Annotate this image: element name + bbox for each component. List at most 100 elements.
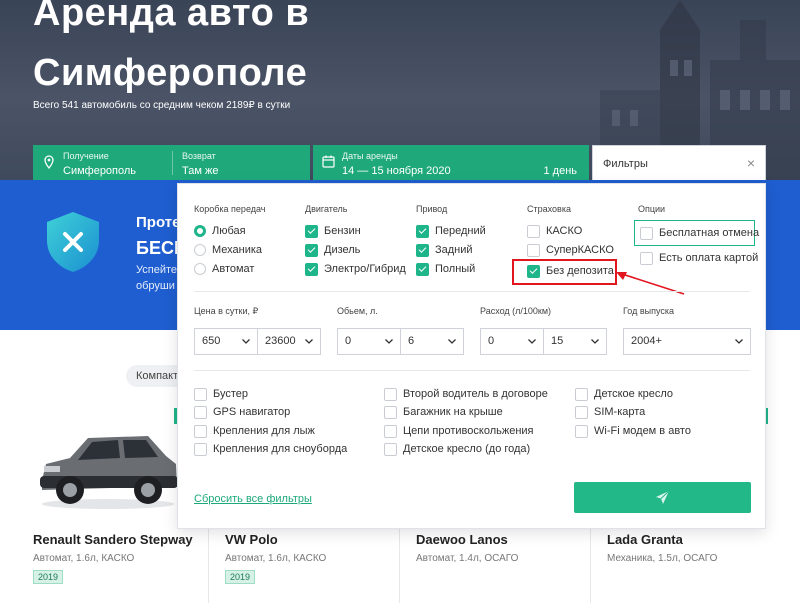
- extra-snow-chains[interactable]: Цепи противоскольжения: [384, 423, 534, 439]
- checkbox[interactable]: [640, 226, 653, 240]
- option-label: GPS навигатор: [213, 406, 291, 418]
- checkbox[interactable]: [384, 405, 397, 419]
- year-select[interactable]: 2004+: [623, 328, 751, 355]
- pickup-value[interactable]: Симферополь: [63, 165, 136, 177]
- checkbox[interactable]: [194, 387, 207, 401]
- checkbox[interactable]: [384, 387, 397, 401]
- checkbox[interactable]: [640, 251, 653, 265]
- banner-text-line1: Успейте: [136, 264, 178, 276]
- gearbox-title: Коробка передач: [194, 204, 266, 214]
- car-name[interactable]: Daewoo Lanos: [416, 532, 518, 547]
- select-value: 650: [202, 335, 221, 347]
- banner-heading: Проте: [136, 214, 181, 231]
- card-divider: [590, 520, 591, 603]
- drive-option-rear[interactable]: Задний: [416, 242, 473, 258]
- checkbox[interactable]: [305, 224, 318, 238]
- extra-child-seat[interactable]: Детское кресло: [575, 386, 673, 402]
- checkbox[interactable]: [575, 405, 588, 419]
- filters-toggle[interactable]: Фильтры ×: [592, 145, 766, 182]
- car-card[interactable]: Renault Sandero Stepway Автомат, 1.6л, К…: [33, 532, 193, 585]
- car-card[interactable]: VW Polo Автомат, 1.6л, КАСКО 2019: [225, 532, 326, 585]
- radio-button[interactable]: [194, 225, 206, 237]
- chevron-down-icon: [528, 339, 536, 344]
- car-card[interactable]: Daewoo Lanos Автомат, 1.4л, ОСАГО: [416, 532, 518, 564]
- extra-second-driver[interactable]: Второй водитель в договоре: [384, 386, 548, 402]
- option-label: Багажник на крыше: [403, 406, 503, 418]
- price-from-select[interactable]: 650: [194, 328, 258, 355]
- price-title: Цена в сутки, ₽: [194, 306, 259, 316]
- return-caption: Возврат: [182, 151, 216, 161]
- drive-option-full[interactable]: Полный: [416, 261, 475, 277]
- radio-button[interactable]: [194, 263, 206, 275]
- checkbox[interactable]: [384, 424, 397, 438]
- consumption-to-select[interactable]: 15: [543, 328, 607, 355]
- gearbox-option-manual[interactable]: Механика: [194, 242, 262, 258]
- arrow-icon: [616, 272, 685, 295]
- car-card[interactable]: Lada Granta Механика, 1.5л, ОСАГО: [607, 532, 717, 564]
- extra-roof-rack[interactable]: Багажник на крыше: [384, 404, 503, 420]
- radio-button[interactable]: [194, 244, 206, 256]
- checkbox[interactable]: [416, 224, 429, 238]
- option-label: Крепления для лыж: [213, 425, 315, 437]
- gearbox-option-any[interactable]: Любая: [194, 223, 246, 239]
- checkbox[interactable]: [416, 262, 429, 276]
- engine-option-electric[interactable]: Электро/Гибрид: [305, 261, 406, 277]
- option-label: Wi-Fi модем в авто: [594, 425, 691, 437]
- checkbox[interactable]: [194, 442, 207, 456]
- date-selector[interactable]: Даты аренды 14 — 15 ноября 2020 1 день: [313, 145, 589, 181]
- volume-from-select[interactable]: 0: [337, 328, 401, 355]
- year-title: Год выпуска: [623, 306, 674, 316]
- send-icon: [656, 490, 670, 504]
- option-label: Детское кресло: [594, 388, 674, 400]
- extra-gps[interactable]: GPS навигатор: [194, 404, 290, 420]
- drive-title: Привод: [416, 204, 448, 214]
- consumption-from-select[interactable]: 0: [480, 328, 544, 355]
- checkbox[interactable]: [527, 224, 540, 238]
- checkbox[interactable]: [575, 424, 588, 438]
- car-name[interactable]: VW Polo: [225, 532, 326, 547]
- checkbox[interactable]: [305, 243, 318, 257]
- divider: [194, 291, 750, 292]
- car-name[interactable]: Renault Sandero Stepway: [33, 532, 193, 547]
- dates-value[interactable]: 14 — 15 ноября 2020: [342, 165, 451, 177]
- apply-filters-button[interactable]: [574, 482, 751, 513]
- extra-sim-card[interactable]: SIM-карта: [575, 404, 645, 420]
- checkbox[interactable]: [416, 243, 429, 257]
- location-divider: [172, 151, 173, 175]
- close-icon[interactable]: ×: [747, 155, 755, 171]
- extra-snowboard-rack[interactable]: Крепления для сноуборда: [194, 441, 347, 457]
- engine-option-diesel[interactable]: Дизель: [305, 242, 360, 258]
- car-spec: Автомат, 1.6л, КАСКО: [225, 553, 327, 564]
- extra-wifi-modem[interactable]: Wi-Fi модем в авто: [575, 423, 691, 439]
- checkbox[interactable]: [194, 405, 207, 419]
- days-count: 1 день: [543, 165, 577, 177]
- extra-ski-rack[interactable]: Крепления для лыж: [194, 423, 315, 439]
- insurance-option-kasko[interactable]: КАСКО: [527, 223, 582, 239]
- option-free-cancel[interactable]: Бесплатная отмена: [640, 225, 759, 241]
- chevron-down-icon: [305, 339, 313, 344]
- reset-filters-link[interactable]: Сбросить все фильтры: [194, 493, 312, 505]
- insurance-option-superkasko[interactable]: СуперКАСКО: [527, 242, 614, 258]
- volume-to-select[interactable]: 6: [400, 328, 464, 355]
- dates-caption: Даты аренды: [342, 151, 398, 161]
- engine-option-petrol[interactable]: Бензин: [305, 223, 361, 239]
- checkbox[interactable]: [527, 243, 540, 257]
- option-label: Бензин: [324, 225, 361, 237]
- option-label: Бесплатная отмена: [659, 227, 760, 239]
- location-selector[interactable]: Получение Симферополь Возврат Там же: [33, 145, 310, 181]
- car-name[interactable]: Lada Granta: [607, 532, 717, 547]
- option-label: Есть оплата картой: [659, 252, 759, 264]
- gearbox-option-auto[interactable]: Автомат: [194, 261, 254, 277]
- checkbox[interactable]: [194, 424, 207, 438]
- checkbox[interactable]: [384, 442, 397, 456]
- calendar-icon: [322, 155, 335, 168]
- extra-booster[interactable]: Бустер: [194, 386, 248, 402]
- card-divider: [208, 520, 209, 603]
- option-card-payment[interactable]: Есть оплата картой: [640, 250, 758, 266]
- return-value[interactable]: Там же: [182, 165, 218, 177]
- extra-infant-seat[interactable]: Детское кресло (до года): [384, 441, 530, 457]
- price-to-select[interactable]: 23600: [257, 328, 321, 355]
- checkbox[interactable]: [305, 262, 318, 276]
- drive-option-front[interactable]: Передний: [416, 223, 486, 239]
- checkbox[interactable]: [575, 387, 588, 401]
